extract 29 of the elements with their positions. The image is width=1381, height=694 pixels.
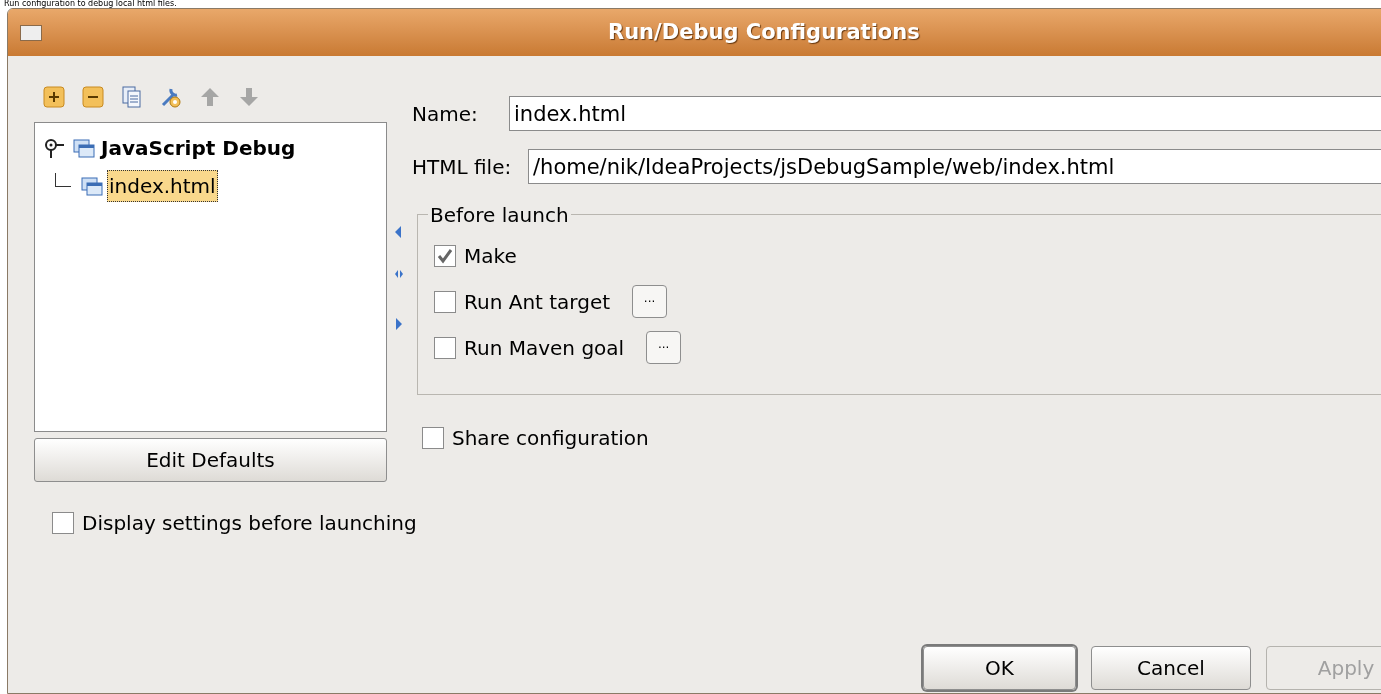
edit-defaults-button[interactable]: Edit Defaults — [34, 438, 387, 482]
field-label: Name: — [412, 100, 479, 128]
window-icon — [81, 176, 103, 196]
dialog-button[interactable]: OK — [923, 646, 1076, 690]
minus-icon[interactable] — [81, 85, 105, 109]
checkbox-label: Share configuration — [452, 425, 649, 452]
html-file-field[interactable]: /home/nik/IdeaProjects/jsDebugSample/web/index.html — [528, 149, 1381, 184]
checkbox-label: Display settings before launching — [82, 510, 417, 537]
name-field[interactable]: index.html — [509, 96, 1381, 131]
checkbox-label: Run Maven goal — [464, 334, 625, 362]
checkbox[interactable] — [52, 512, 74, 534]
field-label: HTML file: — [412, 153, 513, 181]
plus-icon[interactable] — [42, 85, 66, 109]
copy-icon[interactable] — [120, 85, 144, 109]
browse-button[interactable]: ··· — [646, 331, 682, 364]
window-icon — [73, 138, 95, 158]
window-menu-icon[interactable] — [20, 25, 42, 41]
checkbox[interactable] — [434, 244, 456, 267]
tree-item[interactable]: JavaScript Debug — [99, 132, 298, 164]
checkbox[interactable] — [434, 336, 456, 359]
caption: Run configuration to debug local html files. — [3, 0, 178, 8]
checkbox-label: Run Ant target — [464, 288, 611, 316]
browse-button[interactable]: ··· — [632, 285, 668, 318]
checkbox[interactable] — [434, 290, 456, 313]
checkbox[interactable] — [422, 427, 444, 449]
dialog-button[interactable]: Cancel — [1091, 646, 1251, 690]
window-title: Run/Debug Configurations — [608, 18, 920, 46]
checkbox-label: Make — [464, 242, 517, 270]
tree-item[interactable]: index.html — [107, 170, 218, 202]
